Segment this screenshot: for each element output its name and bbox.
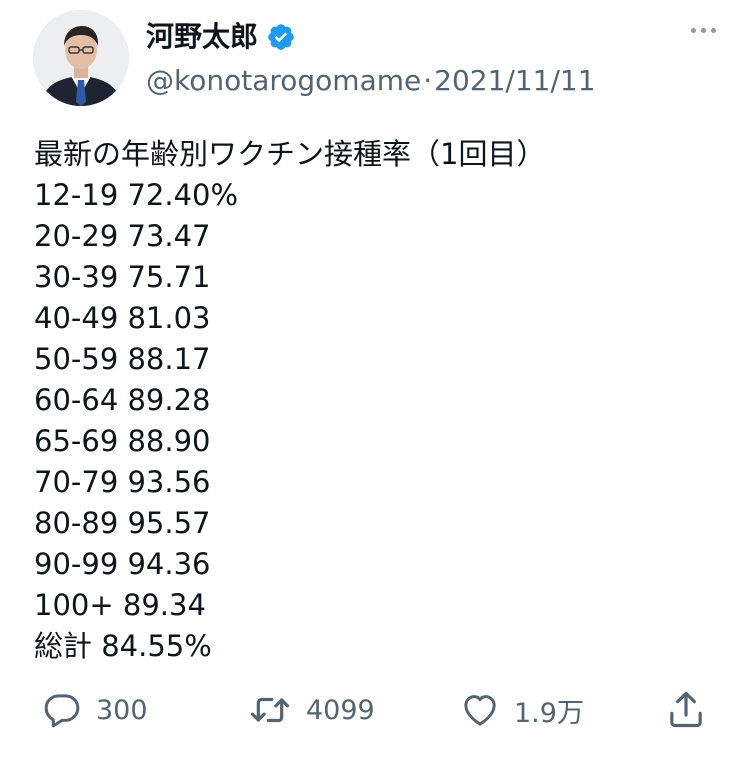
more-dot: [701, 28, 706, 33]
more-options-icon[interactable]: [691, 28, 716, 33]
tweet-line: 100+ 89.34: [34, 588, 206, 622]
share-icon: [670, 691, 702, 728]
tweet-line: 90-99 94.36: [34, 547, 211, 581]
display-name[interactable]: 河野太郎: [146, 20, 258, 54]
like-button[interactable]: 1.9万: [460, 686, 584, 734]
like-count: 1.9万: [514, 697, 584, 729]
verified-badge-icon: [266, 22, 296, 52]
tweet-text: 最新の年齢別ワクチン接種率（1回目） 12-19 72.40% 20-29 73…: [34, 134, 724, 667]
more-dot: [711, 28, 716, 33]
tweet-line: 65-69 88.90: [34, 424, 211, 458]
tweet-line: 40-49 81.03: [34, 301, 211, 335]
retweet-button[interactable]: 4099: [248, 686, 375, 734]
share-button[interactable]: [666, 686, 706, 734]
display-name-row: 河野太郎: [146, 20, 296, 54]
retweet-count: 4099: [306, 694, 375, 726]
reply-button[interactable]: 300: [42, 686, 148, 734]
tweet-line: 60-64 89.28: [34, 383, 211, 417]
tweet-meta: @konotarogomame·2021/11/11: [146, 64, 596, 98]
avatar-photo: [33, 10, 129, 106]
tweet-line: 30-39 75.71: [34, 260, 211, 294]
tweet-line: 70-79 93.56: [34, 465, 211, 499]
author-handle[interactable]: @konotarogomame: [146, 64, 421, 97]
meta-separator: ·: [423, 64, 433, 97]
tweet-card: 河野太郎 @konotarogomame·2021/11/11 最新の年齢別ワク…: [0, 0, 750, 760]
tweet-actions: 300 4099 1.9万: [0, 686, 750, 734]
more-dot: [691, 28, 696, 33]
reply-icon: [44, 694, 80, 728]
reply-count: 300: [96, 694, 148, 726]
tweet-total-line: 総計 84.55%: [34, 629, 212, 663]
tweet-line: 12-19 72.40%: [34, 178, 239, 212]
avatar[interactable]: [33, 10, 129, 106]
tweet-line: 50-59 88.17: [34, 342, 211, 376]
tweet-line: 80-89 95.57: [34, 506, 211, 540]
tweet-heading-line: 最新の年齢別ワクチン接種率（1回目）: [34, 137, 546, 171]
retweet-icon: [250, 697, 290, 723]
tweet-line: 20-29 73.47: [34, 219, 211, 253]
tweet-date[interactable]: 2021/11/11: [434, 64, 595, 97]
heart-icon: [464, 695, 496, 726]
